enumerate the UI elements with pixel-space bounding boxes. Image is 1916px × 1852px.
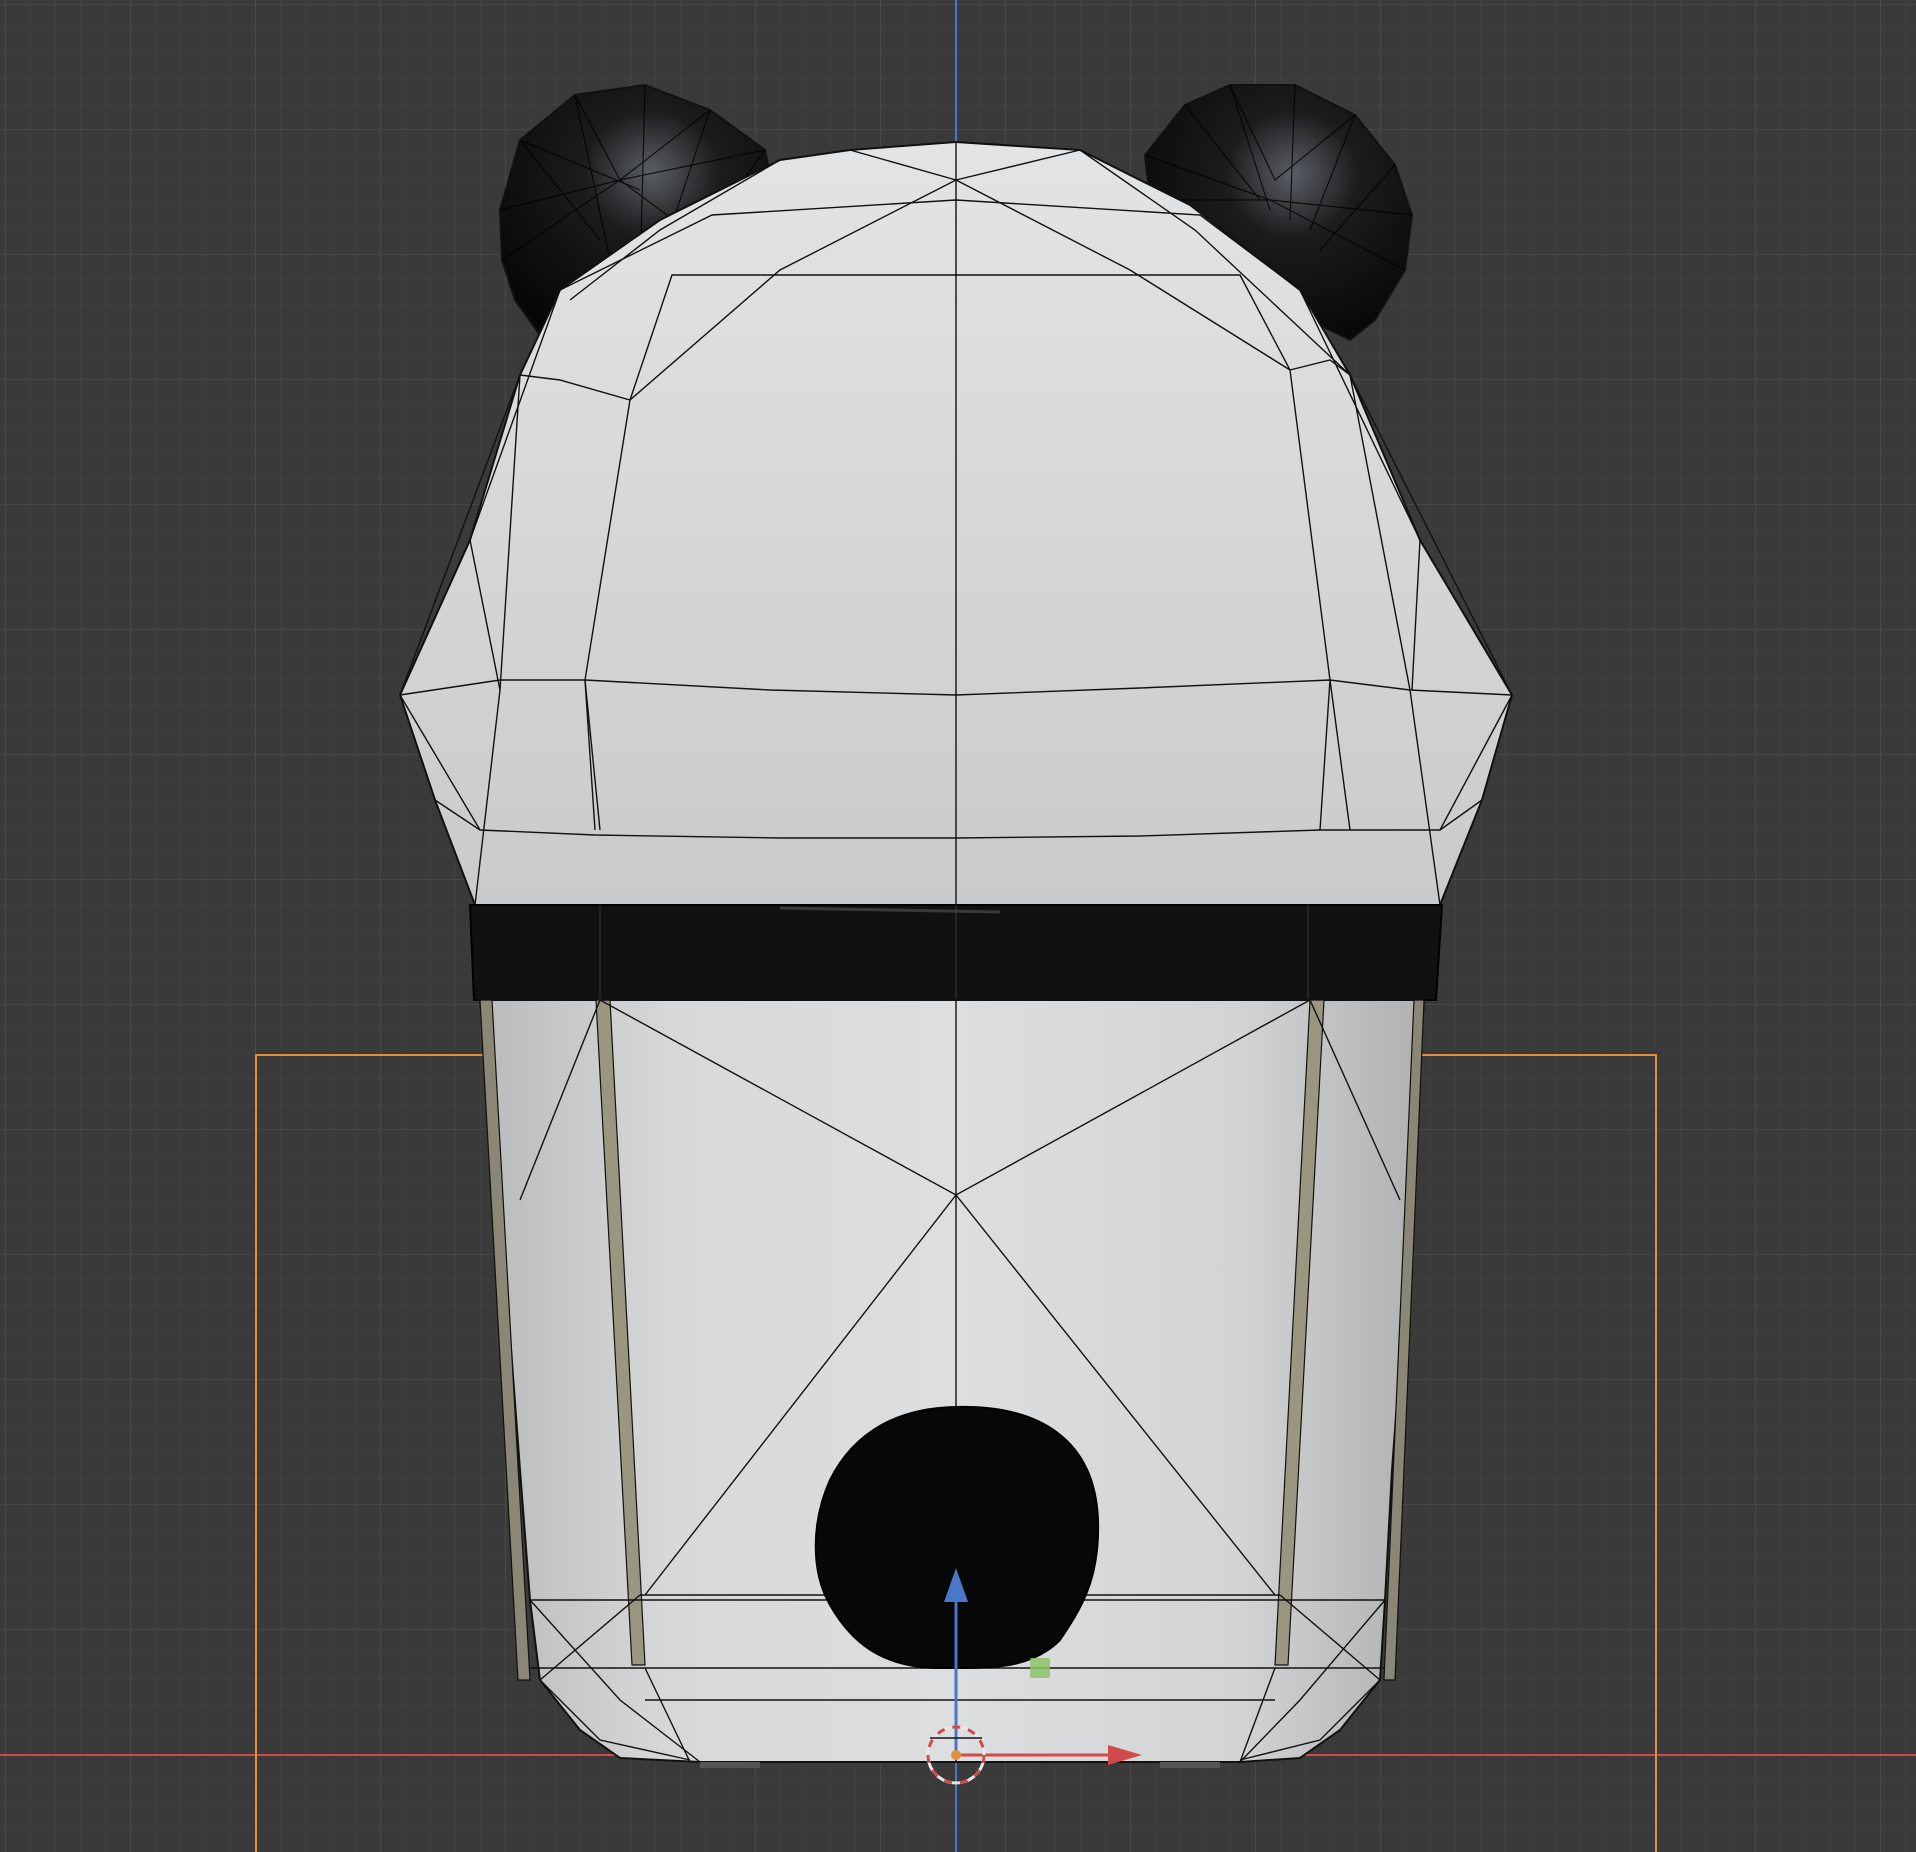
black-band[interactable] (468, 904, 1444, 1001)
gizmo-xz-plane-handle[interactable] (1030, 1658, 1050, 1678)
3d-viewport[interactable] (0, 0, 1916, 1852)
panda-cup-object[interactable] (398, 83, 1514, 1768)
origin-point-icon (951, 1750, 961, 1760)
viewport-canvas[interactable] (0, 0, 1916, 1852)
